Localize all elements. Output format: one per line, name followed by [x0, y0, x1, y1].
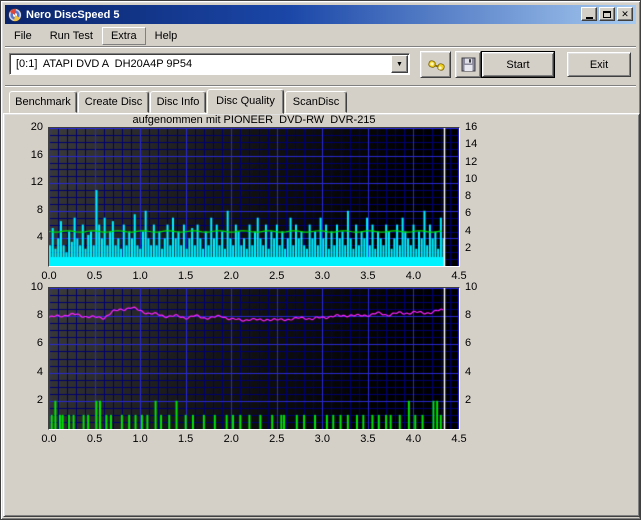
eject-button[interactable]	[420, 51, 451, 78]
separator	[5, 85, 636, 87]
exit-button[interactable]: Exit	[567, 52, 631, 77]
tab-disc-info[interactable]: Disc Info	[150, 91, 206, 113]
exit-button-label: Exit	[589, 58, 609, 71]
drive-selector-value: [0:1] ATAPI DVD A DH20A4P 9P54	[16, 58, 193, 70]
app-icon	[8, 7, 22, 22]
menu-item-file[interactable]: File	[5, 27, 41, 45]
start-button[interactable]: Start	[481, 51, 555, 78]
menubar: File Run Test Extra Help	[5, 26, 636, 45]
tab-disc-quality[interactable]: Disc Quality	[207, 89, 284, 114]
pi-failures-jitter-chart	[48, 287, 460, 430]
drive-selector[interactable]: [0:1] ATAPI DVD A DH20A4P 9P54 ▼	[9, 53, 410, 75]
menu-item-run-test[interactable]: Run Test	[41, 27, 102, 45]
tab-scandisc[interactable]: ScanDisc	[285, 91, 347, 113]
window-title: Nero DiscSpeed 5	[26, 8, 120, 21]
save-button[interactable]	[455, 51, 481, 78]
minimize-icon[interactable]	[581, 7, 597, 21]
separator	[5, 46, 636, 48]
save-icon	[461, 57, 475, 72]
close-icon[interactable]: ✕	[617, 7, 633, 21]
menu-item-help[interactable]: Help	[146, 27, 187, 45]
menu-item-extra[interactable]: Extra	[101, 26, 146, 45]
titlebar: Nero DiscSpeed 5 ✕	[5, 5, 636, 24]
app-window: Nero DiscSpeed 5 ✕ File Run Test Extra Help…	[0, 0, 641, 520]
eject-icon	[427, 59, 445, 71]
chart-title: aufgenommen mit PIONEER DVD-RW DVR-215	[132, 114, 376, 126]
start-button-label: Start	[506, 58, 530, 71]
tab-benchmark[interactable]: Benchmark	[9, 91, 77, 113]
pi-errors-chart	[48, 127, 460, 267]
tab-create-disc[interactable]: Create Disc	[78, 91, 149, 113]
maximize-icon[interactable]	[599, 7, 615, 21]
chevron-down-icon[interactable]: ▼	[391, 55, 408, 73]
